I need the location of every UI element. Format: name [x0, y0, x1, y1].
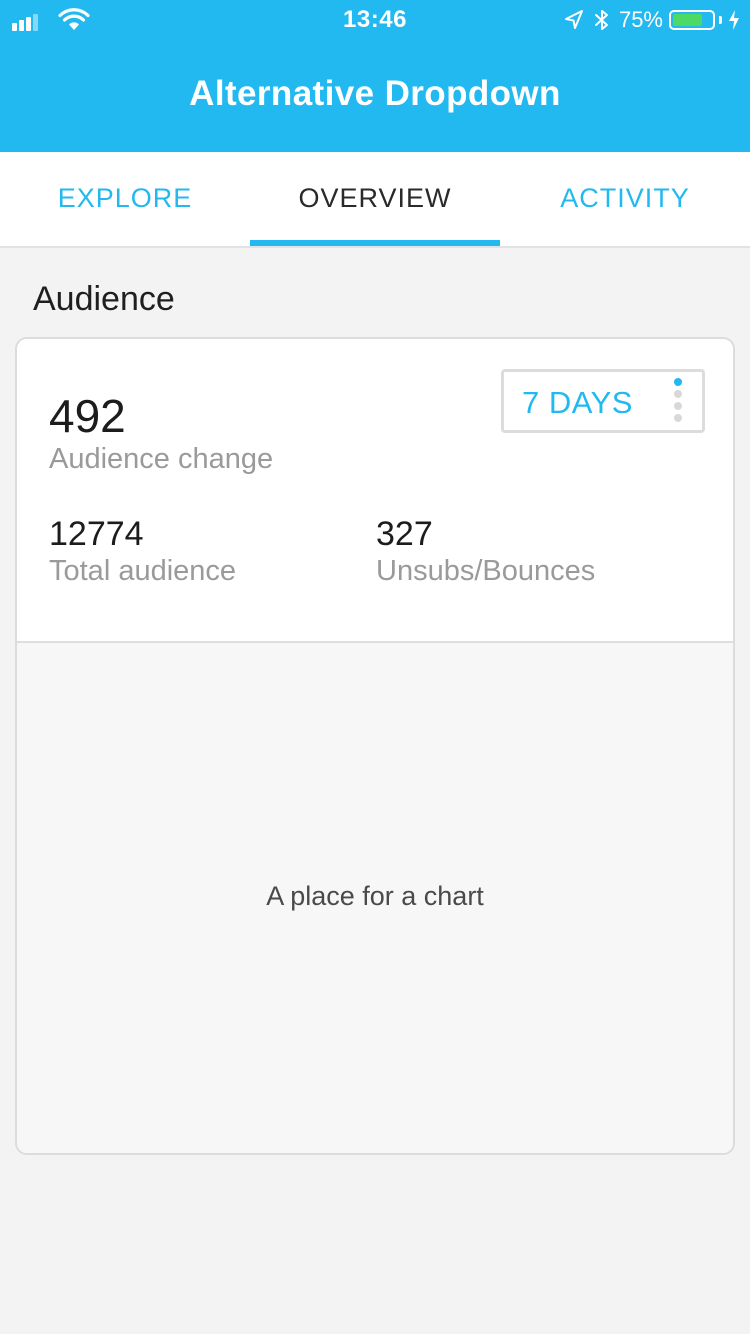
battery-fill	[673, 14, 702, 26]
app-header: 13:46 75% Alternative Dropdown	[0, 0, 750, 152]
unsubs-bounces-value: 327	[376, 515, 433, 553]
dot-indicator	[674, 390, 682, 398]
app-screen: 13:46 75% Alternative Dropdown EXPLORE O…	[0, 0, 750, 1334]
period-dropdown[interactable]: 7 DAYS	[501, 369, 705, 433]
stats-panel: 492 Audience change 7 DAYS 12774 Total a…	[17, 339, 733, 643]
page-dots-icon	[674, 378, 684, 424]
charging-bolt-icon	[729, 10, 739, 30]
tab-explore[interactable]: EXPLORE	[0, 152, 250, 246]
section-title: Audience	[33, 280, 175, 318]
audience-card: 492 Audience change 7 DAYS 12774 Total a…	[15, 337, 735, 1155]
battery-nub	[719, 16, 722, 24]
tab-activity[interactable]: ACTIVITY	[500, 152, 750, 246]
audience-change-value: 492	[49, 390, 126, 442]
chart-area: A place for a chart	[17, 643, 733, 1153]
unsubs-bounces-label: Unsubs/Bounces	[376, 555, 596, 587]
chart-placeholder-text: A place for a chart	[266, 881, 484, 911]
period-selected-value: 7 DAYS	[522, 385, 633, 420]
tab-overview[interactable]: OVERVIEW	[250, 152, 500, 246]
battery-percent: 75%	[618, 7, 663, 32]
bluetooth-icon	[594, 10, 608, 30]
total-audience-value: 12774	[49, 515, 144, 553]
tab-bar: EXPLORE OVERVIEW ACTIVITY	[0, 152, 750, 248]
dot-indicator	[674, 402, 682, 410]
location-arrow-icon	[564, 10, 583, 29]
total-audience-label: Total audience	[49, 555, 237, 587]
page-title: Alternative Dropdown	[189, 74, 561, 113]
dot-indicator	[674, 378, 682, 386]
audience-change-label: Audience change	[49, 443, 274, 475]
dot-indicator	[674, 414, 682, 422]
status-bar: 13:46 75%	[0, 0, 750, 40]
battery-icon	[669, 10, 715, 30]
